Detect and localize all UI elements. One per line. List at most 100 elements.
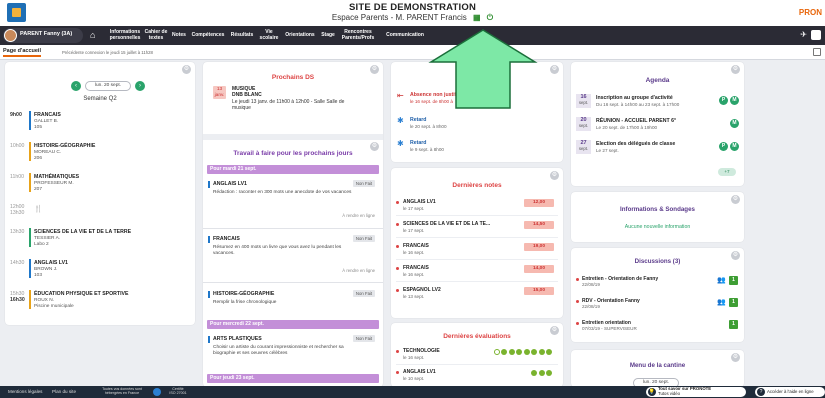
slot-room: 207 bbox=[34, 187, 43, 192]
save-icon[interactable] bbox=[813, 48, 821, 56]
discussion-item[interactable]: Entretien orientation 07/03/19 - SUPERVI… bbox=[576, 319, 738, 335]
absence-icon: ⇤ bbox=[397, 91, 404, 100]
bullet bbox=[396, 267, 399, 270]
agenda-item[interactable]: 20 sept. RÉUNION - ACCUEIL PARENT 6° Le 2… bbox=[576, 117, 739, 135]
bullet bbox=[396, 201, 399, 204]
gear-icon[interactable]: ⚙ bbox=[182, 65, 191, 74]
schedule-slot[interactable]: 9h00 FRANCAIS GALLET B. 105 bbox=[5, 109, 195, 133]
gear-icon[interactable]: ⚙ bbox=[731, 65, 740, 74]
highlight-arrow-icon bbox=[428, 29, 538, 109]
flag-icon bbox=[153, 388, 161, 396]
aide-button[interactable]: ? Accéder à l'aide en ligne bbox=[755, 387, 825, 397]
evaluation-item[interactable]: ANGLAIS LV1 le 10 sept. bbox=[396, 368, 558, 386]
slot-time: 15h30 16h30 bbox=[10, 291, 25, 303]
send-icon[interactable]: ✈ bbox=[800, 30, 807, 39]
nav-stage[interactable]: Stage bbox=[319, 26, 337, 45]
agenda-item[interactable]: 16 sept. Inscription au groupe d'activité… bbox=[576, 94, 739, 112]
prev-day-button[interactable]: ‹ bbox=[71, 81, 81, 91]
homework-item[interactable]: ARTS PLASTIQUES Non Fait Choisir un arti… bbox=[207, 335, 379, 366]
avatar bbox=[4, 29, 17, 42]
ds-desc-2: musique bbox=[232, 105, 251, 111]
slot-teacher: TESSIER A. bbox=[34, 236, 61, 241]
gear-icon[interactable]: ⚙ bbox=[731, 195, 740, 204]
schedule-slot[interactable]: 14h30 ANGLAIS LV1 BROWN J. 103 bbox=[5, 257, 195, 281]
note-item[interactable]: ANGLAIS LV1 le 17 sept. 12,00 bbox=[396, 198, 558, 216]
slot-time: 9h00 bbox=[10, 112, 22, 118]
gear-icon[interactable]: ⚙ bbox=[370, 65, 379, 74]
due-online[interactable]: À rendre en ligne bbox=[342, 268, 375, 273]
gear-icon[interactable]: ⚙ bbox=[731, 353, 740, 362]
user-name: PARENT Fanny (3A) bbox=[20, 31, 73, 37]
bulb-icon: 💡 bbox=[648, 388, 656, 396]
nav-resultats[interactable]: Résultats bbox=[228, 26, 256, 45]
schedule-slot[interactable]: 10h00 HISTOIRE-GÉOGRAPHIE MOREAU C. 206 bbox=[5, 140, 195, 164]
due-online[interactable]: À rendre en ligne bbox=[342, 213, 375, 218]
evaluation-date: le 10 sept. bbox=[403, 376, 425, 381]
homework-item[interactable]: FRANCAIS Non Fait Résumez en 400 mots un… bbox=[207, 235, 379, 282]
audience-pill: M bbox=[730, 142, 739, 151]
bullet bbox=[396, 371, 399, 374]
more-events-button[interactable]: +7 bbox=[718, 168, 736, 176]
audience-pills: PM bbox=[719, 142, 739, 151]
ds-exam: DNB BLANC bbox=[232, 92, 262, 98]
date-picker[interactable]: lun. 20 sept. bbox=[85, 81, 131, 91]
status-badge[interactable]: Non Fait bbox=[353, 180, 375, 187]
bullet bbox=[396, 289, 399, 292]
retard-title: Retard bbox=[410, 117, 427, 123]
agenda-item[interactable]: 27 sept. Election des délégués de classe … bbox=[576, 140, 739, 158]
discussion-item[interactable]: RDV - Orientation Fanny 22/08/19 👥 1 bbox=[576, 297, 738, 313]
evaluation-item[interactable]: TECHNOLOGIE le 16 sept. bbox=[396, 347, 558, 365]
iso-line-2: ISO 27001 bbox=[169, 391, 187, 396]
nav-rencontres[interactable]: Rencontres Parents/Profs bbox=[340, 26, 376, 45]
nav-orientations[interactable]: Orientations bbox=[283, 26, 317, 45]
nav-informations[interactable]: Informations personnelles bbox=[108, 26, 142, 45]
slot-time-end: 13h30 bbox=[10, 210, 25, 216]
nav-notes[interactable]: Notes bbox=[170, 26, 188, 45]
slot-color-bar bbox=[29, 290, 31, 309]
schedule-slot[interactable]: 15h30 16h30 ÉDUCATION PHYSIQUE ET SPORTIV… bbox=[5, 288, 195, 312]
audience-pill: P bbox=[719, 96, 728, 105]
note-item[interactable]: ESPAGNOL LV2 le 13 sept. 15,00 bbox=[396, 286, 558, 304]
unread-count: 1 bbox=[729, 276, 738, 285]
homework-title: Travail à faire pour les prochains jours bbox=[233, 150, 353, 157]
homework-item[interactable]: ANGLAIS LV1 Non Fait Rédaction : raconte… bbox=[207, 180, 379, 227]
homework-desc: Remplir la frise chronologique bbox=[213, 300, 277, 305]
slot-room: Labo 2 bbox=[34, 242, 49, 247]
power-icon[interactable]: ⏻ bbox=[487, 13, 493, 22]
next-day-button[interactable]: › bbox=[135, 81, 145, 91]
retard-item[interactable]: ✱ Retard le 9 sept. à 8h00 bbox=[397, 138, 559, 158]
qr-code-icon[interactable]: ▦ bbox=[473, 13, 481, 22]
homework-item[interactable]: HISTOIRE-GÉOGRAPHIE Non Fait Remplir la … bbox=[207, 290, 379, 313]
note-item[interactable]: FRANCAIS le 16 sept. 19,00 bbox=[396, 242, 558, 260]
gear-icon[interactable]: ⚙ bbox=[550, 171, 559, 180]
schedule-slot[interactable]: 11h00 MATHÉMATIQUES PROFESSEUR M. 207 bbox=[5, 171, 195, 195]
slot-time: 12h00 13h30 bbox=[10, 204, 24, 216]
retard-item[interactable]: ✱ Retard le 20 sept. à 8h00 bbox=[397, 115, 559, 135]
home-icon[interactable]: ⌂ bbox=[90, 30, 95, 40]
schedule-slot-lunch: 12h00 13h30 🍴 bbox=[5, 201, 195, 225]
slot-room: Piscine municipale bbox=[34, 304, 74, 309]
space-label: Espace Parents - M. PARENT Francis bbox=[331, 13, 467, 22]
status-badge[interactable]: Non Fait bbox=[353, 335, 375, 342]
profile-tool-icon[interactable] bbox=[811, 30, 821, 40]
pronote-brand: PRON bbox=[798, 8, 822, 17]
homework-desc: Choisir un artiste du courant impression… bbox=[213, 345, 344, 356]
status-badge[interactable]: Non Fait bbox=[353, 290, 375, 297]
note-subject: SCIENCES DE LA VIE ET DE LA TE... bbox=[403, 221, 491, 227]
status-badge[interactable]: Non Fait bbox=[353, 235, 375, 242]
slot-color-bar bbox=[29, 173, 31, 192]
bullet bbox=[576, 322, 579, 325]
retard-title: Retard bbox=[410, 140, 427, 146]
tab-accueil[interactable]: Page d'accueil bbox=[3, 48, 41, 57]
discussion-item[interactable]: Entretien - Orientation de Fanny 22/08/1… bbox=[576, 275, 738, 291]
schedule-slot[interactable]: 13h30 SCIENCES DE LA VIE ET DE LA TERRE … bbox=[5, 226, 195, 250]
plan-link[interactable]: Plan du site bbox=[52, 389, 76, 394]
tout-savoir-button[interactable]: 💡 Tout savoir sur PRONOTE Tutos vidéo bbox=[646, 386, 746, 397]
nav-cahier-textes[interactable]: Cahier de textes bbox=[143, 26, 169, 45]
mentions-link[interactable]: Mentions légales bbox=[8, 389, 42, 394]
note-item[interactable]: FRANCAIS le 16 sept. 14,00 bbox=[396, 264, 558, 282]
note-item[interactable]: SCIENCES DE LA VIE ET DE LA TE... le 17 … bbox=[396, 220, 558, 238]
nav-vie-scolaire[interactable]: Vie scolaire bbox=[258, 26, 280, 45]
nav-competences[interactable]: Compétences bbox=[190, 26, 226, 45]
agenda-month: sept. bbox=[578, 100, 589, 105]
